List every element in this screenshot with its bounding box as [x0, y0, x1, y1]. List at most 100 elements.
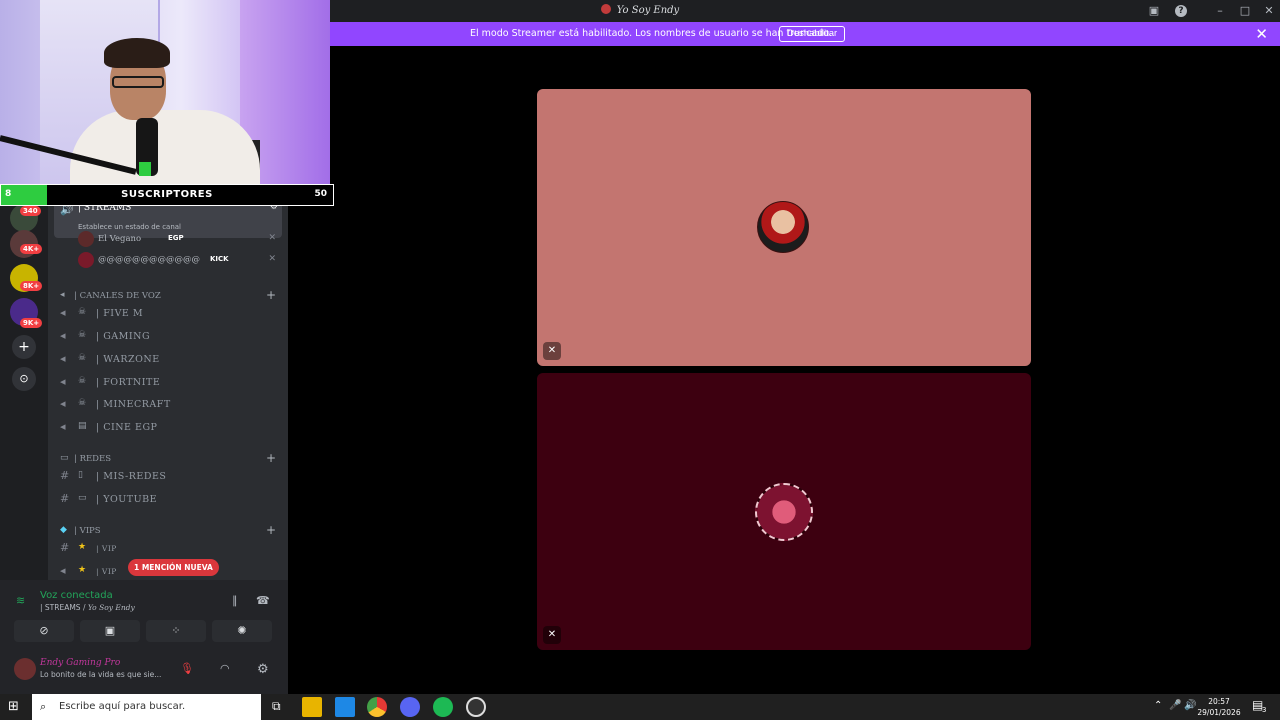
minimize-button[interactable]: – [1212, 3, 1228, 19]
add-channel-icon[interactable]: + [266, 451, 276, 465]
windows-start-icon[interactable]: ⊞ [8, 699, 19, 714]
add-server-icon[interactable]: + [12, 335, 36, 359]
user-status[interactable]: Lo bonito de la vida es que sie... [40, 670, 161, 679]
hash-icon: # [60, 469, 70, 482]
participant-avatar [755, 483, 813, 541]
microphone-icon[interactable]: 🎤 [1169, 700, 1181, 711]
channel-label: | FIVE M [96, 308, 144, 319]
hash-icon: # [60, 492, 70, 505]
mic-muted-icon[interactable]: 🎙 [180, 662, 194, 675]
voice-member[interactable]: El Vegano EGP ✕ [78, 230, 288, 248]
speaker-icon: ◂ [60, 329, 66, 342]
speaker-icon: ◂ [60, 397, 66, 410]
clock-date: 29/01/2026 [1197, 708, 1241, 717]
share-screen-button[interactable]: ▣ [80, 620, 140, 642]
channel-label: | CINE EGP [96, 422, 158, 433]
clock-time: 20:57 [1208, 697, 1230, 706]
speaker-icon: ◂ [60, 564, 66, 577]
chevron-up-icon[interactable]: ⌃ [1154, 700, 1162, 711]
server-logo-icon [600, 4, 611, 14]
volume-icon[interactable]: 🔊 [1184, 700, 1196, 711]
store-icon[interactable] [335, 697, 355, 717]
taskbar-search[interactable]: ⌕ Escribe aquí para buscar. [32, 694, 261, 720]
voice-status[interactable]: Voz conectada [40, 590, 113, 601]
participant-tile[interactable]: ✕ [537, 373, 1031, 650]
avatar[interactable] [14, 658, 36, 680]
star-icon: ★ [78, 542, 87, 552]
voice-member[interactable]: @@@@@@@@@@@@ KICK ✕ [78, 251, 288, 269]
channel-label: | VIP [96, 567, 117, 576]
voice-channel[interactable]: ◂ ☠ | FIVE M [48, 304, 288, 324]
noise-suppression-icon[interactable]: ∥ [232, 594, 238, 607]
screen-share-icon[interactable]: ▣ [1146, 3, 1162, 19]
laptop-icon: ▭ [60, 453, 69, 463]
camera-toggle-button[interactable]: ⊘ [14, 620, 74, 642]
category-header[interactable]: ◂ | CANALES DE VOZ + [48, 288, 288, 304]
spotify-icon[interactable] [433, 697, 453, 717]
windows-taskbar: ⊞ ⌕ Escribe aquí para buscar. ⧉ ⌃ 🎤 🔊 20… [0, 694, 1280, 720]
speaker-icon: ◂ [60, 306, 66, 319]
film-icon: ▤ [78, 421, 87, 431]
disconnect-icon[interactable]: ☎ [256, 594, 270, 607]
participant-avatar [757, 201, 809, 253]
voice-channel-path[interactable]: | STREAMS / Yo Soy Endy [40, 603, 135, 612]
soundboard-button[interactable]: ✺ [212, 620, 272, 642]
file-explorer-icon[interactable] [302, 697, 322, 717]
disable-streamer-mode-button[interactable]: Deshabilitar [779, 26, 846, 42]
channel-label: | FORTNITE [96, 377, 161, 388]
server-badge: 9K+ [20, 318, 43, 328]
voice-channel[interactable]: ◂ ☠ | GAMING [48, 327, 288, 347]
voice-channel[interactable]: ◂ ☠ | MINECRAFT [48, 395, 288, 415]
voice-user-panel: ≋ Voz conectada | STREAMS / Yo Soy Endy … [0, 580, 288, 694]
app-icon[interactable] [466, 697, 486, 717]
muted-icon: ✕ [268, 254, 276, 264]
member-tag: EGP [168, 234, 184, 242]
voice-channel[interactable]: ◂ ▤ | CINE EGP [48, 418, 288, 438]
search-placeholder: Escribe aquí para buscar. [59, 701, 186, 712]
text-channel[interactable]: # ★ | VIP [48, 539, 288, 559]
category-header[interactable]: ▭ | REDES + [48, 451, 288, 467]
headphones-icon[interactable]: ◠ [220, 662, 230, 675]
channel-label: | MIS-REDES [96, 471, 167, 482]
category-label: | VIPS [74, 526, 101, 536]
category-label: | CANALES DE VOZ [74, 291, 161, 301]
new-mention-pill[interactable]: 1 MENCIÓN NUEVA [128, 559, 219, 576]
banner-message: El modo Streamer está habilitado. Los no… [470, 28, 832, 39]
system-clock[interactable]: 20:57 29/01/2026 [1196, 696, 1242, 718]
search-icon: ⌕ [40, 700, 47, 713]
server-rail: 340 4K+ 8K+ 9K+ + ⊙ [0, 184, 48, 580]
webcam-overlay [0, 0, 330, 184]
close-banner-icon[interactable]: ✕ [1255, 25, 1268, 43]
text-channel[interactable]: # ▭ | YOUTUBE [48, 490, 288, 510]
notification-count: 3 [1262, 706, 1267, 714]
participant-tile[interactable]: ✕ [537, 89, 1031, 366]
task-view-icon[interactable]: ⧉ [272, 699, 281, 714]
user-settings-icon[interactable]: ⚙ [257, 662, 269, 677]
category-header[interactable]: ◆ | VIPS + [48, 523, 288, 539]
help-icon[interactable]: ? [1175, 5, 1187, 17]
signal-icon[interactable]: ≋ [16, 594, 25, 607]
member-tag: KICK [210, 255, 229, 263]
add-channel-icon[interactable]: + [266, 288, 276, 302]
streamer-mode-banner: El modo Streamer está habilitado. Los no… [330, 22, 1280, 46]
avatar [78, 231, 94, 247]
skull-icon: ☠ [78, 398, 87, 408]
channel-list: 🔊 | STREAMS Establece un estado de canal… [48, 184, 288, 580]
chrome-icon[interactable] [367, 697, 387, 717]
discord-icon[interactable] [400, 697, 420, 717]
speaker-icon: ◂ [60, 375, 66, 388]
add-channel-icon[interactable]: + [266, 523, 276, 537]
voice-channel[interactable]: ◂ ☠ | FORTNITE [48, 373, 288, 393]
mic-logo-icon [139, 162, 151, 176]
channel-label: | GAMING [96, 331, 151, 342]
voice-channel[interactable]: ◂ ☠ | WARZONE [48, 350, 288, 370]
avatar [78, 252, 94, 268]
activities-button[interactable]: ⁘ [146, 620, 206, 642]
text-channel[interactable]: # ▯ | MIS-REDES [48, 467, 288, 487]
close-window-button[interactable]: ✕ [1261, 3, 1277, 19]
star-icon: ★ [78, 565, 87, 575]
username[interactable]: Endy Gaming Pro [40, 658, 120, 668]
maximize-button[interactable]: □ [1237, 3, 1253, 19]
explore-servers-icon[interactable]: ⊙ [12, 367, 36, 391]
laptop-icon: ▭ [78, 493, 87, 503]
